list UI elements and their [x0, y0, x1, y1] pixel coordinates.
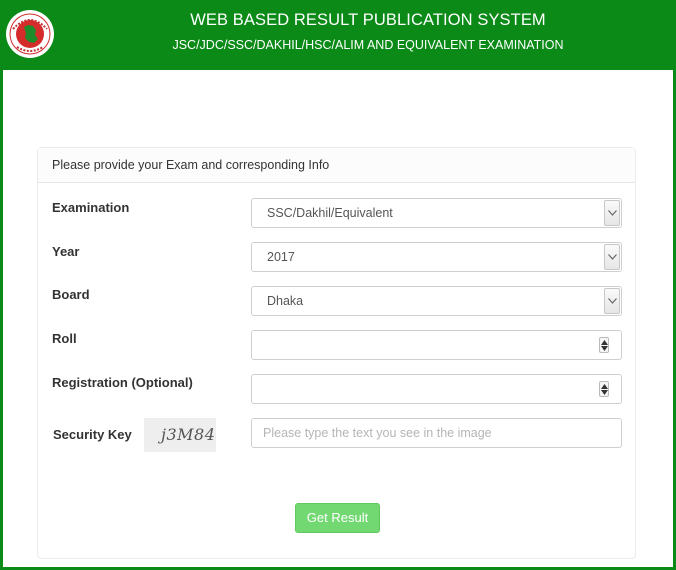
get-result-button[interactable]: Get Result — [295, 503, 380, 533]
examination-label: Examination — [52, 200, 130, 215]
security-key-input[interactable]: Please type the text you see in the imag… — [251, 418, 622, 448]
roll-input[interactable] — [251, 330, 622, 360]
security-key-placeholder: Please type the text you see in the imag… — [263, 426, 492, 440]
chevron-down-icon — [608, 254, 617, 260]
system-title: WEB BASED RESULT PUBLICATION SYSTEM — [190, 11, 546, 29]
chevron-down-icon — [608, 298, 617, 304]
captcha-image: j3M84 — [144, 418, 216, 452]
registration-label: Registration (Optional) — [52, 375, 193, 390]
year-value: 2017 — [267, 250, 295, 264]
spinner-down-icon[interactable] — [601, 390, 608, 395]
roll-label: Roll — [52, 331, 77, 346]
board-dropdown-button[interactable] — [604, 288, 620, 314]
board-label: Board — [52, 287, 90, 302]
chevron-down-icon — [608, 210, 617, 216]
registration-number-spinner[interactable] — [599, 381, 609, 397]
examination-dropdown-button[interactable] — [604, 200, 620, 226]
year-label: Year — [52, 244, 80, 259]
security-key-label: Security Key — [53, 427, 132, 442]
year-select[interactable]: 2017 — [251, 242, 622, 272]
captcha-text: j3M84 — [161, 425, 216, 444]
panel-heading: Please provide your Exam and correspondi… — [38, 148, 635, 183]
board-value: Dhaka — [267, 294, 304, 308]
roll-number-spinner[interactable] — [599, 337, 609, 353]
site-header: WEB BASED RESULT PUBLICATION SYSTEM JSC/… — [0, 0, 676, 70]
examination-value: SSC/Dakhil/Equivalent — [267, 206, 393, 220]
government-seal-icon — [6, 10, 54, 58]
registration-input[interactable] — [251, 374, 622, 404]
spinner-down-icon[interactable] — [601, 346, 608, 351]
system-subtitle: JSC/JDC/SSC/DAKHIL/HSC/ALIM AND EQUIVALE… — [172, 38, 564, 52]
spinner-up-icon[interactable] — [601, 384, 608, 389]
year-dropdown-button[interactable] — [604, 244, 620, 270]
spinner-up-icon[interactable] — [601, 340, 608, 345]
board-select[interactable]: Dhaka — [251, 286, 622, 316]
examination-select[interactable]: SSC/Dakhil/Equivalent — [251, 198, 622, 228]
